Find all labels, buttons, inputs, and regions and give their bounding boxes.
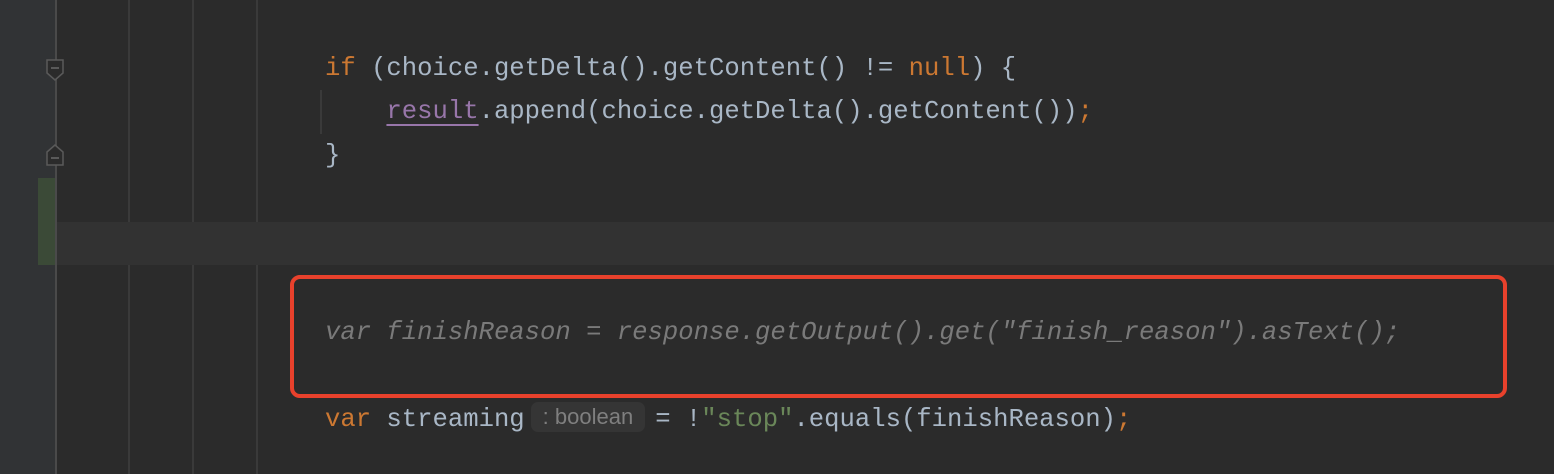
code-token: } [325,141,341,170]
code-line[interactable]: var streaming: boolean = !"stop".equals(f… [325,398,1131,442]
fold-end-icon[interactable] [46,59,64,81]
code-token: "stop" [701,405,794,434]
code-token: null [908,54,971,83]
current-line-highlight [57,222,1554,265]
code-token: var [325,405,372,434]
code-token: (choice.getDelta().getContent() != [355,54,909,83]
code-token: ; [1115,405,1132,434]
type-hint: : boolean [530,402,646,432]
code-token: result [386,97,479,126]
code-token: = ! [655,405,702,434]
indent-guide [320,90,322,134]
code-line[interactable]: if (choice.getDelta().getContent() != nu… [325,47,1016,91]
code-token: streaming [371,405,525,434]
highlight-box [290,275,1507,398]
code-line[interactable]: } [325,134,340,178]
code-token: ; [1077,97,1093,126]
code-token: .append(choice.getDelta().getContent()) [478,97,1078,126]
change-marker[interactable] [38,178,55,265]
code-line[interactable]: result.append(choice.getDelta().getConte… [325,90,1093,134]
code-token: .equals(finishReason) [793,405,1116,434]
code-token: ) { [970,54,1017,83]
code-token: if [325,54,356,83]
fold-start-icon[interactable] [46,144,64,166]
